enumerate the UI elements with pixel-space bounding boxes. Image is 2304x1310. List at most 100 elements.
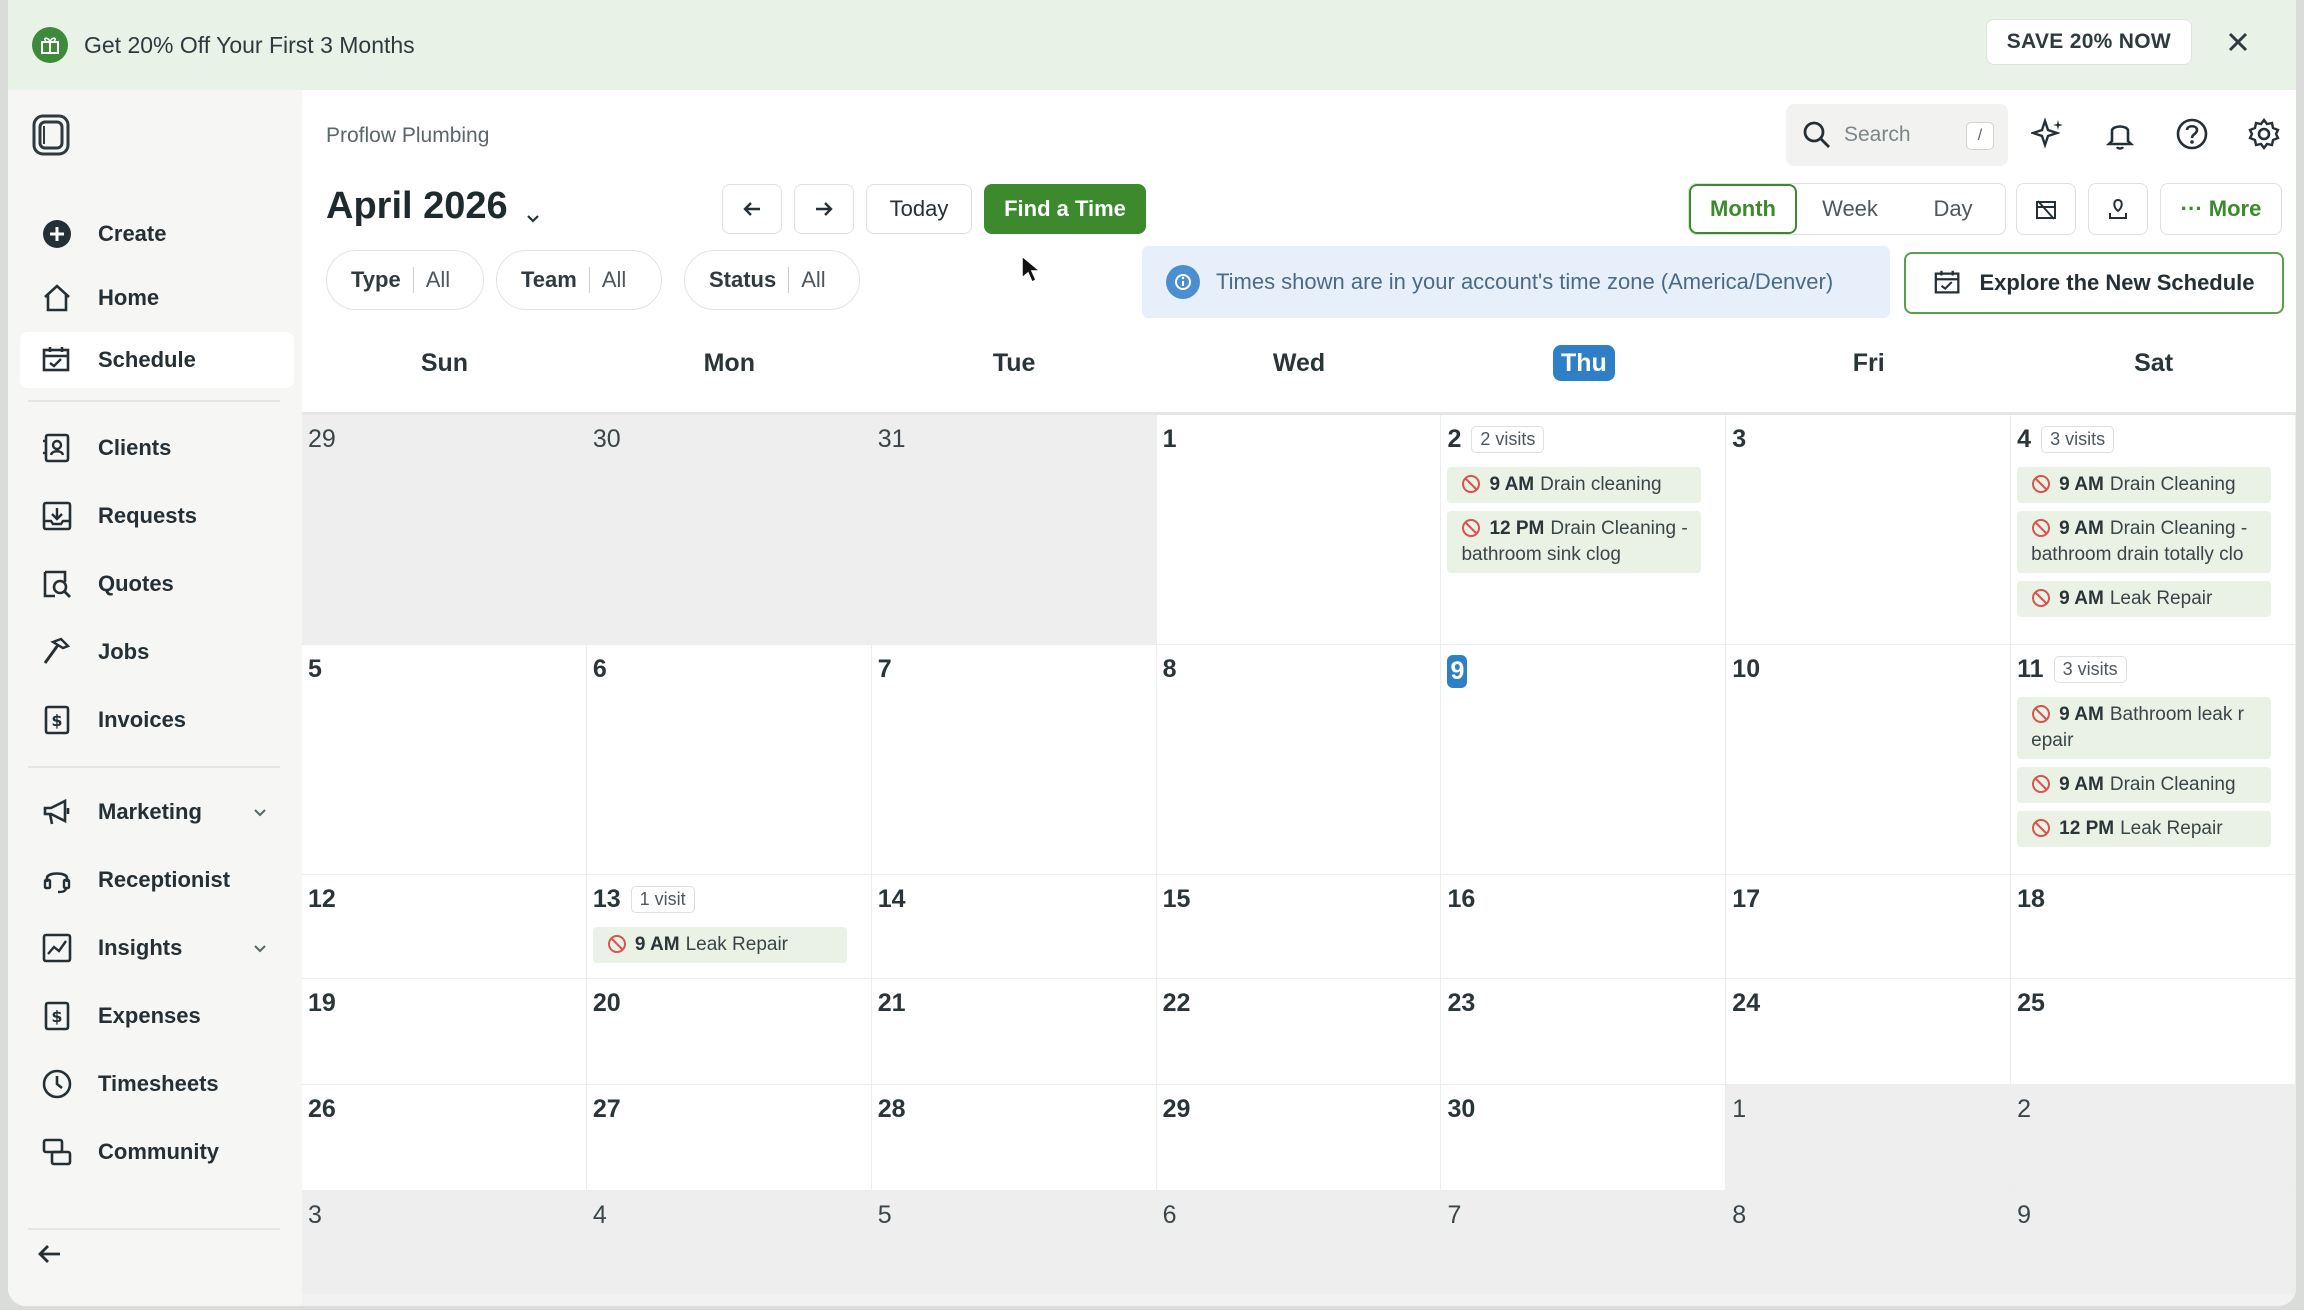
- visit-event[interactable]: 9 AM Drain Cleaning - bathroom drain tota…: [2017, 511, 2272, 573]
- horizontal-scrollbar[interactable]: [302, 1294, 2296, 1306]
- sidebar-item-quotes[interactable]: Quotes: [20, 556, 294, 612]
- day-cell[interactable]: 15: [1156, 875, 1442, 979]
- day-cell[interactable]: 12: [302, 875, 587, 979]
- day-cell[interactable]: 3: [302, 1191, 587, 1301]
- day-cell[interactable]: 24: [1726, 979, 2012, 1085]
- app-logo-icon[interactable]: [30, 112, 74, 158]
- visit-event[interactable]: 9 AM Drain Cleaning: [2017, 467, 2272, 503]
- day-cell[interactable]: 43 visits 9 AM Drain Cleaning 9 AM Drain Cle…: [2011, 415, 2296, 645]
- day-cell[interactable]: 30: [586, 415, 872, 645]
- view-week-button[interactable]: Week: [1797, 184, 1903, 234]
- day-cell[interactable]: 10: [1726, 645, 2012, 875]
- day-cell[interactable]: 28: [871, 1085, 1157, 1191]
- day-number-row: 27: [593, 1095, 621, 1124]
- day-cell[interactable]: 8: [1726, 1191, 2012, 1301]
- more-button[interactable]: ··· More: [2160, 183, 2282, 235]
- visit-event[interactable]: 9 AM Leak Repair: [592, 927, 847, 963]
- day-cell[interactable]: 1: [1156, 415, 1442, 645]
- day-cell[interactable]: 6: [586, 645, 872, 875]
- day-cell[interactable]: 16: [1441, 875, 1727, 979]
- day-cell[interactable]: 18: [2011, 875, 2296, 979]
- day-cell[interactable]: 31: [871, 415, 1157, 645]
- visit-event[interactable]: 12 PM Drain Cleaning - bathroom sink clog: [1447, 511, 1702, 573]
- save-20-button[interactable]: SAVE 20% NOW: [1985, 19, 2192, 65]
- sidebar-item-label: Expenses: [98, 1003, 201, 1028]
- sparkle-icon[interactable]: [2028, 114, 2068, 154]
- day-cell[interactable]: 23: [1441, 979, 1727, 1085]
- sidebar-item-expenses[interactable]: $ Expenses: [20, 988, 294, 1044]
- day-cell[interactable]: 20: [586, 979, 872, 1085]
- collapse-sidebar-icon[interactable]: [34, 1238, 66, 1270]
- sidebar-item-label: Clients: [98, 435, 172, 460]
- search-input[interactable]: Search /: [1786, 104, 2008, 166]
- sidebar-item-timesheets[interactable]: Timesheets: [20, 1056, 294, 1112]
- app-window: Get 20% Off Your First 3 Months SAVE 20%…: [8, 0, 2296, 1306]
- visit-event[interactable]: 9 AM Drain Cleaning: [2017, 767, 2272, 803]
- day-cell[interactable]: 5: [302, 645, 587, 875]
- sidebar-item-schedule[interactable]: Schedule: [20, 332, 294, 388]
- view-day-button[interactable]: Day: [1903, 184, 2003, 234]
- sidebar-item-insights[interactable]: Insights: [20, 920, 294, 976]
- today-button[interactable]: Today: [866, 184, 972, 234]
- help-icon[interactable]: [2172, 114, 2212, 154]
- visit-event[interactable]: 9 AM Bathroom leak r epair: [2017, 697, 2272, 759]
- sidebar-item-marketing[interactable]: Marketing: [20, 784, 294, 840]
- sidebar-item-create[interactable]: Create: [20, 206, 294, 262]
- visit-event[interactable]: 12 PM Leak Repair: [2017, 811, 2272, 847]
- day-cell[interactable]: 11 3 visits 9 AM Bathroom leak r epair 9 AM D…: [2011, 645, 2296, 875]
- hide-unscheduled-button[interactable]: [2016, 183, 2076, 235]
- day-cell[interactable]: 1: [1726, 1085, 2012, 1191]
- next-month-button[interactable]: [794, 184, 854, 234]
- map-view-button[interactable]: [2088, 183, 2148, 235]
- filter-status[interactable]: Status All: [684, 250, 860, 310]
- day-cell[interactable]: 8: [1156, 645, 1442, 875]
- sidebar-item-clients[interactable]: Clients: [20, 420, 294, 476]
- sidebar-item-receptionist[interactable]: Receptionist: [20, 852, 294, 908]
- day-cell[interactable]: 9: [1441, 645, 1727, 875]
- day-cell[interactable]: 13 1 visit 9 AM Leak Repair: [586, 875, 872, 979]
- gear-icon[interactable]: [2244, 114, 2284, 154]
- visit-event[interactable]: 9 AM Leak Repair: [2017, 581, 2272, 617]
- visit-event[interactable]: 9 AM Drain cleaning: [1447, 467, 1702, 503]
- close-icon[interactable]: [2220, 24, 2256, 60]
- bell-icon[interactable]: [2100, 114, 2140, 154]
- day-cell[interactable]: 4: [586, 1191, 872, 1301]
- day-cell[interactable]: 29: [302, 415, 587, 645]
- day-cell[interactable]: 14: [871, 875, 1157, 979]
- day-cell[interactable]: 26: [302, 1085, 587, 1191]
- day-cell[interactable]: 3: [1726, 415, 2012, 645]
- day-number: 22: [1162, 989, 1191, 1017]
- sidebar-item-jobs[interactable]: Jobs: [20, 624, 294, 680]
- prev-month-button[interactable]: [722, 184, 782, 234]
- day-cell[interactable]: 25: [2011, 979, 2296, 1085]
- day-cell[interactable]: 6: [1156, 1191, 1442, 1301]
- view-month-button[interactable]: Month: [1689, 184, 1797, 234]
- find-a-time-button[interactable]: Find a Time: [984, 184, 1146, 234]
- day-cell[interactable]: 19: [302, 979, 587, 1085]
- sidebar-item-community[interactable]: Community: [20, 1124, 294, 1180]
- day-cell[interactable]: 5: [871, 1191, 1157, 1301]
- day-cell[interactable]: 22: [1156, 979, 1442, 1085]
- sidebar-item-requests[interactable]: Requests: [20, 488, 294, 544]
- day-cell[interactable]: 7: [1441, 1191, 1727, 1301]
- day-cell[interactable]: 30: [1441, 1085, 1727, 1191]
- sidebar-item-invoices[interactable]: $ Invoices: [20, 692, 294, 748]
- day-cell[interactable]: 21: [871, 979, 1157, 1085]
- day-cell[interactable]: 2: [2011, 1085, 2296, 1191]
- chevron-down-icon[interactable]: [250, 938, 270, 958]
- filter-team[interactable]: Team All: [496, 250, 662, 310]
- day-cell[interactable]: 7: [871, 645, 1157, 875]
- month-picker[interactable]: April 2026: [326, 185, 544, 228]
- nav-divider: [28, 766, 280, 768]
- filter-type[interactable]: Type All: [326, 250, 484, 310]
- day-cell[interactable]: 2 2 visits 9 AM Drain cleaning 12 PM Drain Cl…: [1441, 415, 1727, 645]
- sidebar-item-home[interactable]: Home: [20, 270, 294, 326]
- day-cell[interactable]: 9: [2011, 1191, 2296, 1301]
- day-cell[interactable]: 27: [586, 1085, 872, 1191]
- company-name: Proflow Plumbing: [326, 124, 490, 147]
- day-cell[interactable]: 29: [1156, 1085, 1442, 1191]
- day-cell[interactable]: 17: [1726, 875, 2012, 979]
- calendar-off-icon: [2036, 200, 2056, 220]
- chevron-down-icon[interactable]: [250, 802, 270, 822]
- explore-new-schedule-button[interactable]: Explore the New Schedule: [1904, 252, 2284, 314]
